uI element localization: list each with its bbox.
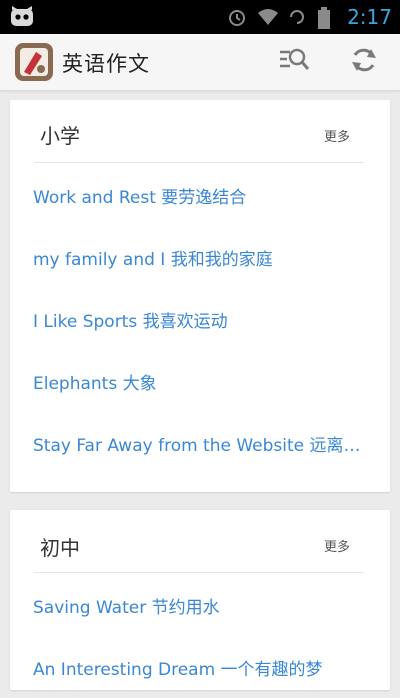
section-divider <box>34 572 364 573</box>
list-item[interactable]: Saving Water 节约用水 <box>10 574 390 636</box>
android-cat-icon <box>10 6 34 28</box>
list-item[interactable]: Elephants 大象 <box>10 350 390 412</box>
wifi-icon <box>257 7 279 27</box>
app-logo-icon <box>14 42 54 82</box>
article-link[interactable]: I Like Sports 我喜欢运动 <box>33 307 364 332</box>
article-link[interactable]: Saving Water 节约用水 <box>33 593 364 618</box>
list-item[interactable]: Work and Rest 要劳逸结合 <box>10 164 390 226</box>
list-item[interactable]: I Like Sports 我喜欢运动 <box>10 288 390 350</box>
app-title: 英语作文 <box>62 52 150 76</box>
section-card-junior: 初中 更多 Saving Water 节约用水 An Interesting D… <box>10 510 390 690</box>
article-link[interactable]: Work and Rest 要劳逸结合 <box>33 183 364 208</box>
list-item[interactable]: my family and I 我和我的家庭 <box>10 226 390 288</box>
article-link[interactable]: my family and I 我和我的家庭 <box>33 245 364 270</box>
more-link[interactable]: 更多 <box>324 126 350 145</box>
sync-icon <box>287 7 307 27</box>
article-link[interactable]: Elephants 大象 <box>33 369 364 394</box>
section-header: 初中 更多 <box>10 510 390 564</box>
app-bar: 英语作文 <box>0 34 400 91</box>
status-time: 2:17 <box>347 5 392 29</box>
search-icon <box>278 46 310 78</box>
list-item[interactable]: An Interesting Dream 一个有趣的梦 <box>10 636 390 698</box>
more-link[interactable]: 更多 <box>324 536 350 555</box>
section-title: 小学 <box>40 124 80 148</box>
list-item[interactable]: Stay Far Away from the Website 远离网站 <box>10 412 390 474</box>
article-list: Saving Water 节约用水 An Interesting Dream 一… <box>10 574 390 698</box>
search-button[interactable] <box>276 44 312 80</box>
section-card-primary: 小学 更多 Work and Rest 要劳逸结合 my family and … <box>10 100 390 492</box>
article-list: Work and Rest 要劳逸结合 my family and I 我和我的… <box>10 164 390 474</box>
battery-icon <box>317 7 337 29</box>
status-bar: 2:17 <box>0 0 400 34</box>
section-divider <box>34 162 364 163</box>
section-title: 初中 <box>40 536 80 560</box>
refresh-button[interactable] <box>346 44 382 80</box>
alarm-icon <box>227 7 247 27</box>
section-header: 小学 更多 <box>10 100 390 158</box>
article-link[interactable]: Stay Far Away from the Website 远离网站 <box>33 431 364 456</box>
article-link[interactable]: An Interesting Dream 一个有趣的梦 <box>33 655 364 680</box>
refresh-icon <box>349 45 379 79</box>
